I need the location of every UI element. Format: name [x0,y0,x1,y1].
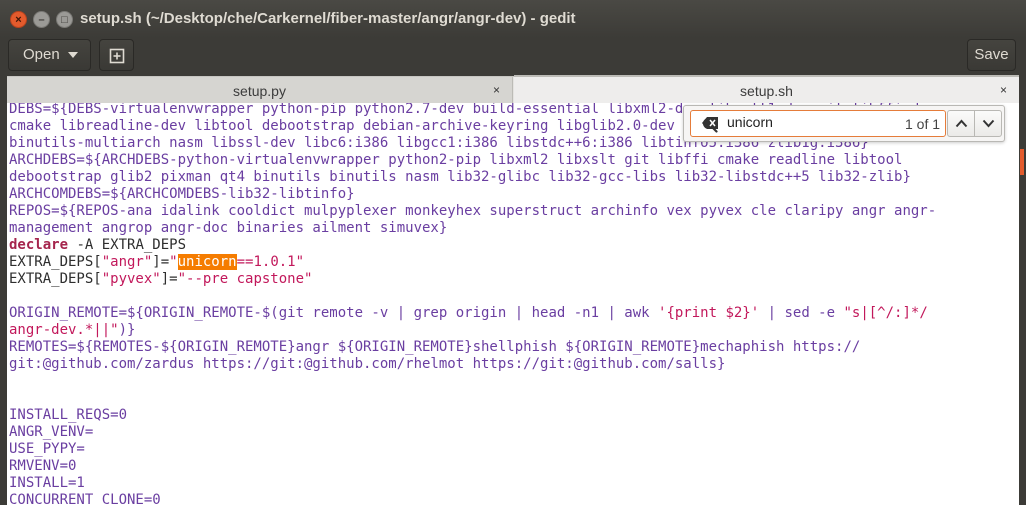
match-count: 1 of 1 [905,116,941,132]
code-line: REPOS=${REPOS-ana idalink cooldict mulpy… [9,203,937,219]
text-editor[interactable]: DEBS=${DEBS-virtualenvwrapper python-pip… [7,103,1019,505]
code-line: ANGR_VENV= [9,424,94,440]
tab-label: setup.py [233,83,286,99]
code-string: "angr" [101,254,153,270]
open-button-label: Open [23,46,60,63]
code-text: EXTRA_DEPS[ [9,271,102,287]
search-match-highlight: unicorn [177,254,237,270]
open-button[interactable]: Open [8,39,91,71]
code-text: )} [118,322,136,338]
tab-label: setup.sh [740,83,793,99]
code-text: EXTRA_DEPS[ [9,254,102,270]
code-line: CONCURRENT_CLONE=0 [9,492,161,505]
code-string: "pyvex" [101,271,161,287]
next-match-button[interactable] [974,110,1002,137]
window-edge [1019,76,1026,103]
code-string: ==1.0.1" [236,254,305,270]
window-maximize-button[interactable]: □ [56,11,73,28]
code-line: git:@github.com/zardus https://git:@gith… [9,356,726,372]
code-text: | sed -e [759,305,844,321]
code-text: -A EXTRA_DEPS [68,237,187,253]
search-field[interactable]: 1 of 1 [690,110,946,137]
code-line: management angrop angr-doc binaries ailm… [9,220,448,236]
code-text: ]= [152,254,170,270]
code-line: ARCHCOMDEBS=${ARCHCOMDEBS-lib32-libtinfo… [9,186,355,202]
code-line: USE_PYPY= [9,441,85,457]
close-icon[interactable]: × [493,83,500,97]
tab-bar: setup.py × setup.sh × [7,75,1019,105]
window-close-button[interactable]: × [10,11,27,28]
previous-match-button[interactable] [947,110,975,137]
code-string: angr-dev.*||" [9,322,119,338]
search-bar: 1 of 1 [683,105,1005,142]
code-string: "s|[^/:]*/ [843,305,928,321]
code-string: '{print $2}' [658,305,760,321]
close-icon[interactable]: × [1000,83,1007,97]
header-bar: Open Save [0,38,1026,76]
window-title: setup.sh (~/Desktop/che/Carkernel/fiber-… [80,10,576,27]
code-line: debootstrap glib2 pixman qt4 binutils bi… [9,169,911,185]
code-line: ARCHDEBS=${ARCHDEBS-python-virtualenvwra… [9,152,903,168]
code-line: REMOTES=${REMOTES-${ORIGIN_REMOTE}angr $… [9,339,861,355]
tab-setup-py[interactable]: setup.py × [7,77,513,103]
tab-setup-sh[interactable]: setup.sh × [514,75,1019,105]
window-titlebar: × – □ setup.sh (~/Desktop/che/Carkernel/… [0,0,1026,38]
code-line: RMVENV=0 [9,458,77,474]
code-line: INSTALL=1 [9,475,85,491]
vertical-scrollbar[interactable] [1019,103,1026,505]
window-minimize-button[interactable]: – [33,11,50,28]
code-view: DEBS=${DEBS-virtualenvwrapper python-pip… [9,103,936,505]
new-tab-icon [109,48,125,64]
code-text: ]= [160,271,178,287]
code-line: INSTALL_REQS=0 [9,407,128,423]
search-input[interactable] [727,114,872,130]
code-keyword: declare [9,237,69,253]
code-line: ORIGIN_REMOTE=${ORIGIN_REMOTE-$(git remo… [9,305,659,321]
scrollbar-thumb[interactable] [1020,149,1024,175]
chevron-up-icon [955,119,968,128]
new-document-button[interactable] [99,39,134,71]
code-string: "--pre capstone" [177,271,313,287]
code-string: " [169,254,178,270]
chevron-down-icon [982,119,995,128]
save-button[interactable]: Save [967,39,1016,71]
clear-icon[interactable] [702,117,718,129]
chevron-down-icon [68,52,78,58]
